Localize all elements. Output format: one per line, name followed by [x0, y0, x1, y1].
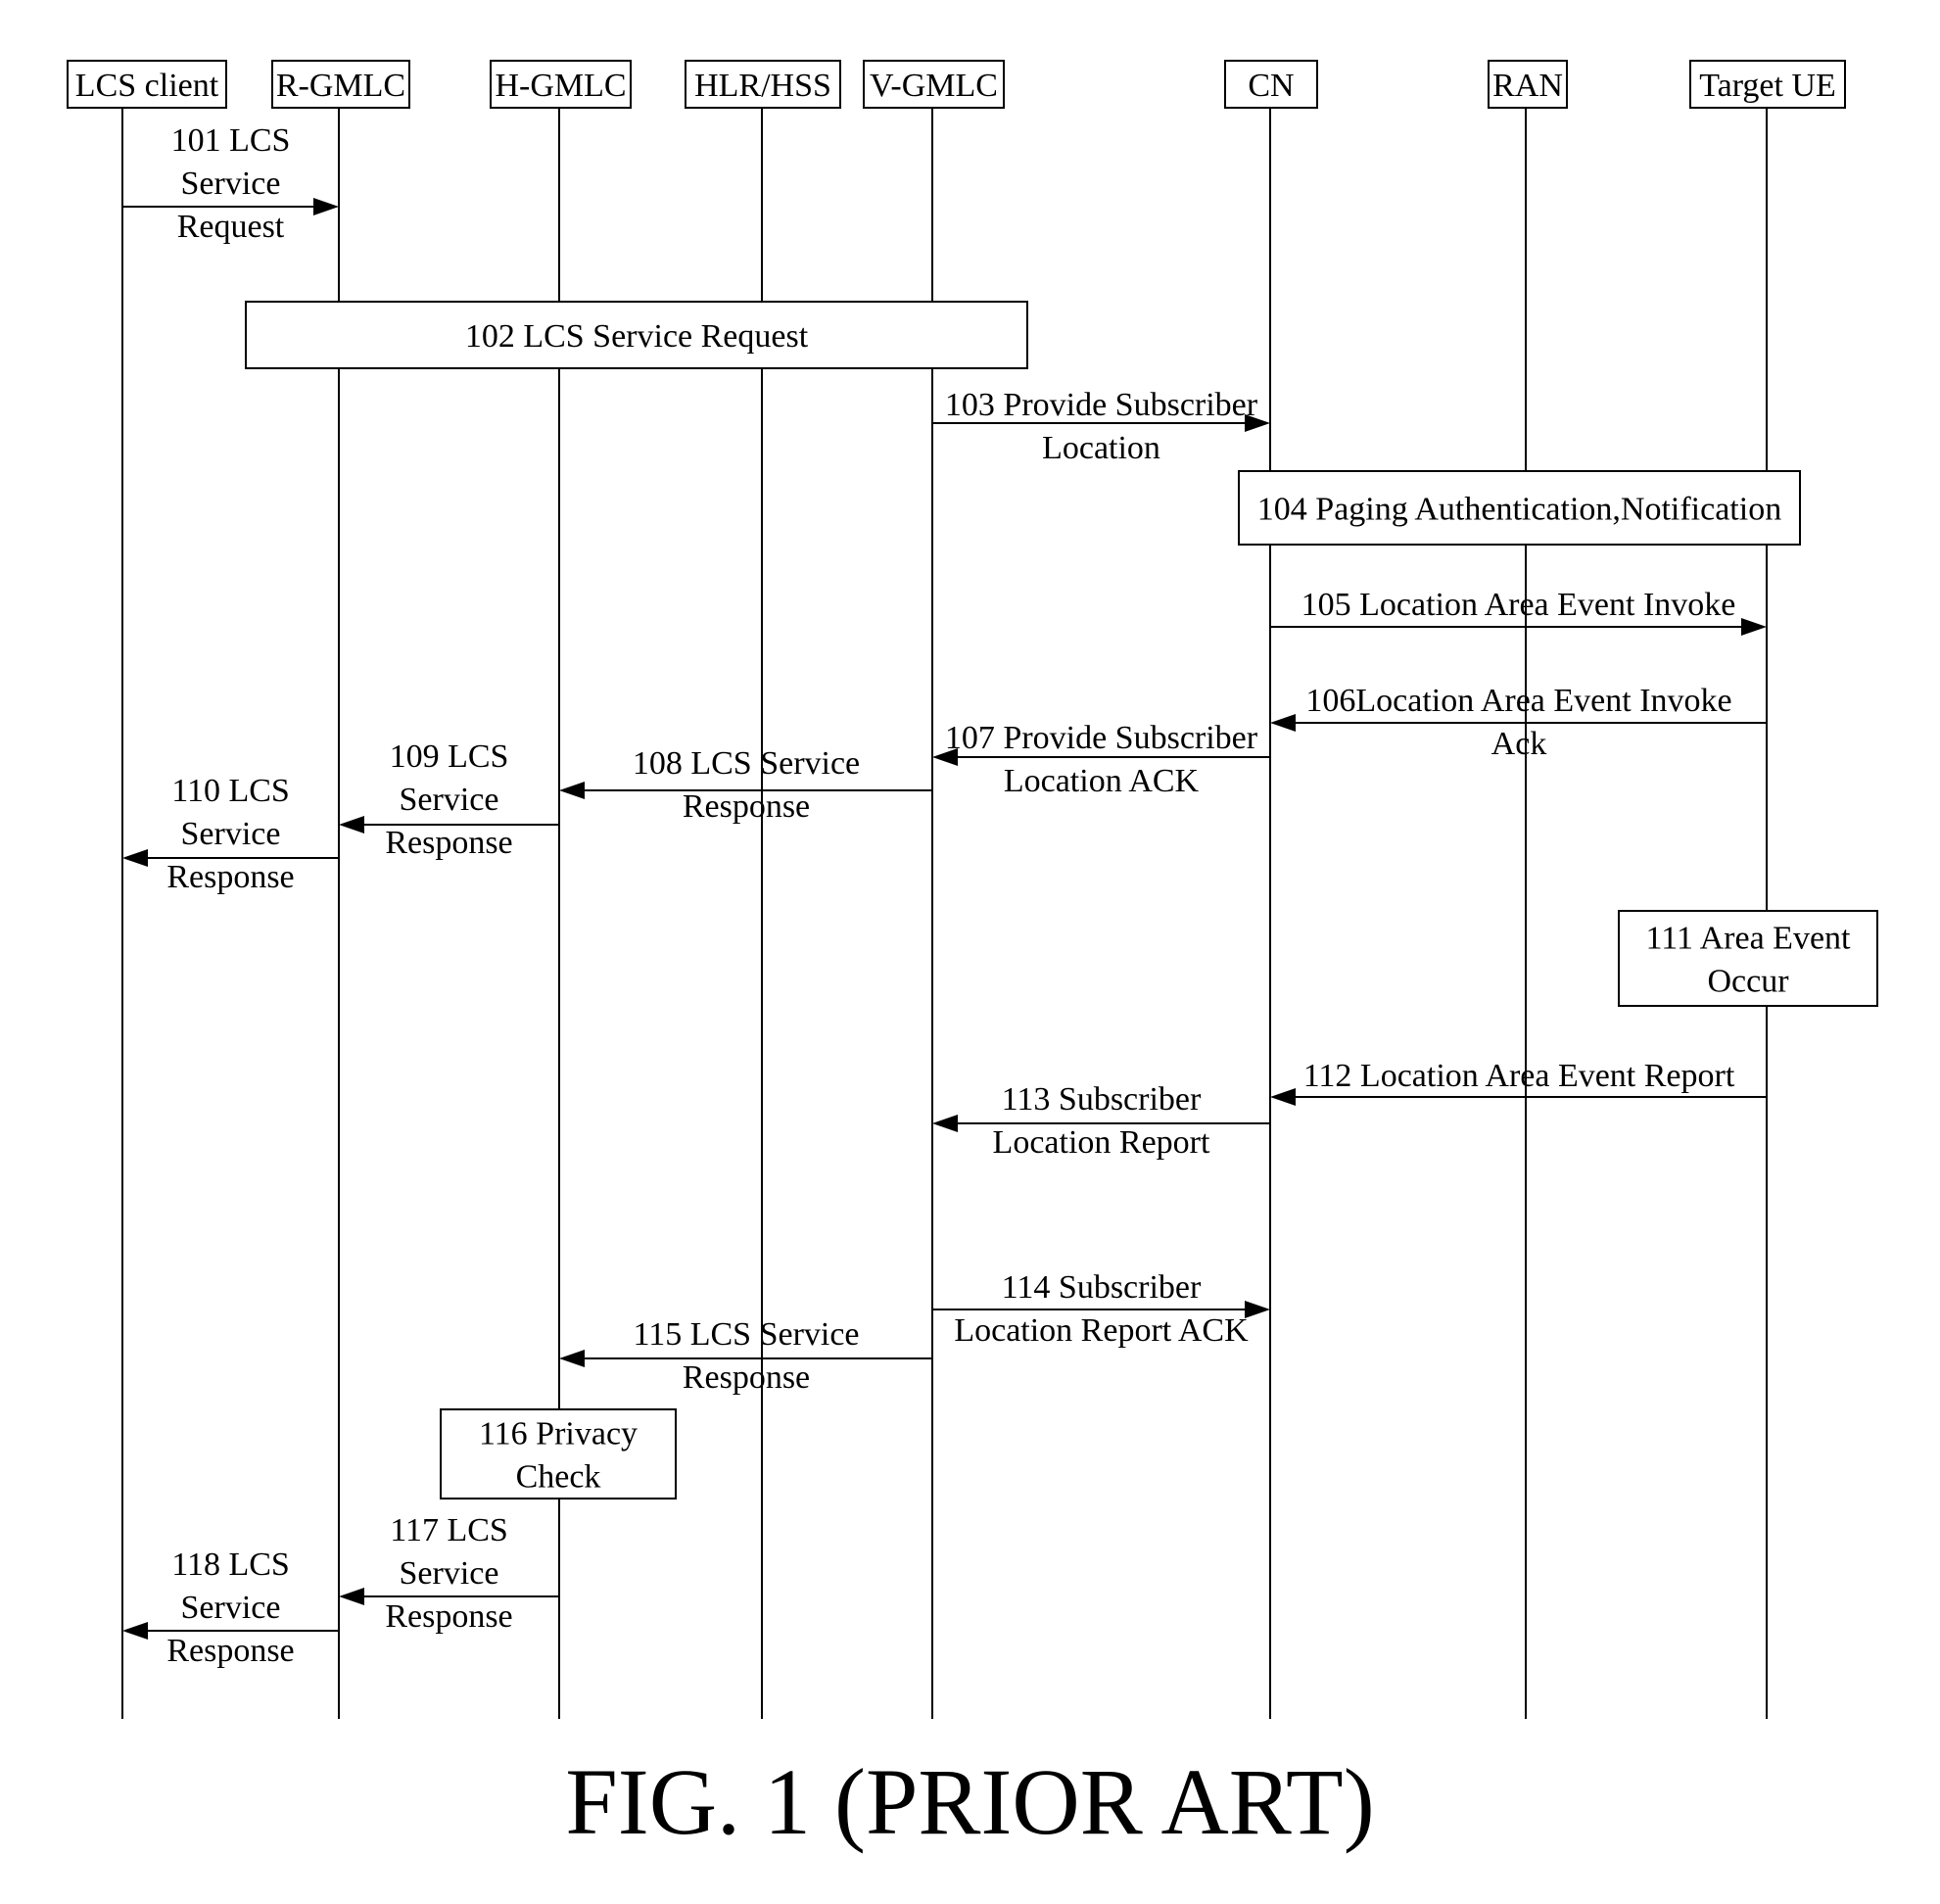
arrowhead-icon	[339, 816, 364, 833]
message-label-110: Service	[181, 816, 281, 852]
message-label-106: 106Location Area Event Invoke	[1305, 683, 1731, 719]
participant-label-h-gmlc: H-GMLC	[495, 68, 626, 104]
message-label-115: Response	[683, 1359, 810, 1396]
message-label-117: Response	[385, 1598, 512, 1635]
arrowhead-icon	[122, 849, 148, 867]
step-box-label-116: Check	[516, 1459, 601, 1496]
participant-label-ran: RAN	[1492, 68, 1563, 104]
message-label-101: 101 LCS	[171, 122, 291, 159]
message-label-101: Request	[177, 209, 285, 245]
message-label-118: 118 LCS	[171, 1547, 290, 1583]
arrowhead-icon	[559, 1350, 585, 1367]
message-label-113: 113 Subscriber	[1002, 1081, 1202, 1118]
message-label-113: Location Report	[993, 1124, 1210, 1161]
message-label-107: Location ACK	[1004, 763, 1200, 799]
message-label-118: Response	[166, 1633, 294, 1669]
arrowhead-icon	[122, 1622, 148, 1640]
figure-title: FIG. 1 (PRIOR ART)	[565, 1749, 1375, 1854]
message-label-103: 103 Provide Subscriber	[945, 387, 1258, 423]
arrowhead-icon	[932, 1115, 958, 1132]
step-box-label-111: Occur	[1707, 964, 1789, 1000]
message-label-108: 108 LCS Service	[633, 745, 860, 782]
step-box-label-104: 104 Paging Authentication,Notification	[1257, 492, 1781, 528]
participant-label-r-gmlc: R-GMLC	[276, 68, 405, 104]
step-box-label-102: 102 LCS Service Request	[465, 318, 809, 355]
message-label-115: 115 LCS Service	[633, 1316, 859, 1353]
participant-label-lcs-client: LCS client	[75, 68, 219, 104]
message-label-112: 112 Location Area Event Report	[1303, 1058, 1735, 1094]
participant-label-v-gmlc: V-GMLC	[870, 68, 998, 104]
arrowhead-icon	[1741, 618, 1767, 636]
message-label-109: Response	[385, 825, 512, 861]
message-label-117: 117 LCS	[390, 1512, 508, 1548]
message-label-107: 107 Provide Subscriber	[945, 720, 1258, 756]
message-label-106: Ack	[1491, 726, 1547, 762]
step-box-label-111: 111 Area Event	[1646, 921, 1852, 957]
arrowhead-icon	[559, 782, 585, 799]
message-label-103: Location	[1042, 430, 1160, 466]
message-label-109: 109 LCS	[390, 738, 509, 775]
participant-label-hlr-hss: HLR/HSS	[694, 68, 831, 104]
message-label-117: Service	[400, 1555, 499, 1592]
message-label-110: Response	[166, 859, 294, 895]
message-label-114: Location Report ACK	[954, 1312, 1249, 1349]
message-label-101: Service	[181, 166, 281, 202]
arrowhead-icon	[1270, 1088, 1296, 1106]
step-box-label-116: 116 Privacy	[479, 1416, 638, 1452]
message-label-118: Service	[181, 1590, 281, 1626]
arrowhead-icon	[313, 198, 339, 215]
arrowhead-icon	[339, 1588, 364, 1605]
participant-label-cn: CN	[1248, 68, 1294, 104]
message-label-108: Response	[683, 788, 810, 825]
arrowhead-icon	[1270, 714, 1296, 732]
message-label-110: 110 LCS	[171, 773, 290, 809]
message-label-105: 105 Location Area Event Invoke	[1301, 587, 1736, 623]
participant-label-target-ue: Target UE	[1699, 68, 1836, 104]
arrowhead-icon	[1245, 1301, 1270, 1318]
message-label-109: Service	[400, 782, 499, 818]
sequence-diagram: LCS client R-GMLC H-GMLC HLR/HSS V-GMLC CN RAN…	[67, 60, 1878, 1719]
message-label-114: 114 Subscriber	[1002, 1269, 1202, 1306]
